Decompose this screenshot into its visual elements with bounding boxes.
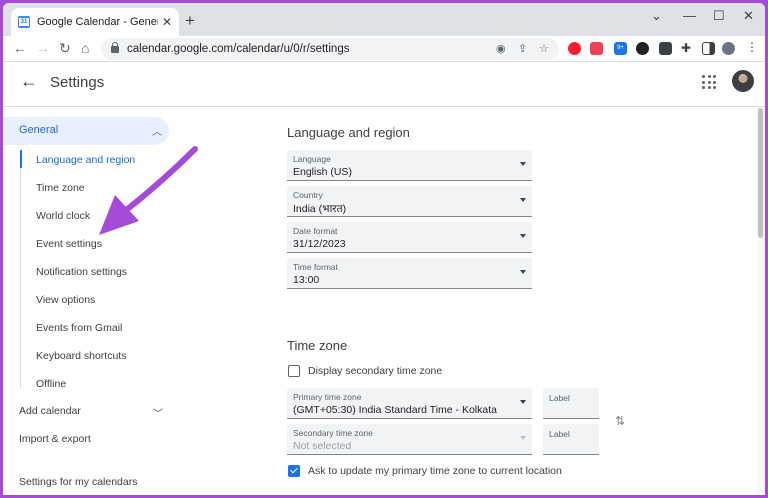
chevron-down-icon[interactable]: ﹀ <box>153 405 163 420</box>
sidebar-item-notification-settings[interactable]: Notification settings <box>36 266 127 278</box>
extension-badge[interactable]: 9+ <box>614 42 627 55</box>
sidebar-item-label: General <box>19 124 59 136</box>
window-close-icon[interactable]: ✕ <box>743 8 754 24</box>
page-title: Settings <box>50 74 105 91</box>
sidebar-item-view-options[interactable]: View options <box>36 294 95 306</box>
sidebar-item-language-region[interactable]: Language and region <box>36 154 135 166</box>
scrollbar[interactable] <box>757 108 765 495</box>
primary-time-zone-select[interactable]: Primary time zone (GMT+05:30) India Stan… <box>287 388 532 419</box>
opera-extension-icon[interactable] <box>568 42 581 55</box>
primary-label-field[interactable]: Label <box>543 388 599 419</box>
my-calendars-heading: Settings for my calendars <box>19 476 138 488</box>
dropdown-arrow-icon <box>520 270 526 274</box>
ask-update-checkbox[interactable] <box>288 465 300 477</box>
field-label: Label <box>549 393 570 403</box>
back-arrow-icon[interactable]: ← <box>20 71 38 92</box>
sidebar-item-offline[interactable]: Offline <box>36 378 66 390</box>
profile-avatar[interactable] <box>722 42 735 55</box>
date-format-select[interactable]: Date format 31/12/2023 <box>287 222 532 253</box>
tab-title: Google Calendar - General settings <box>37 16 158 28</box>
tab-strip: Google Calendar - General settings ✕ + ⌄… <box>3 3 765 36</box>
pocket-icon[interactable] <box>590 42 603 55</box>
field-label: Country <box>293 190 323 200</box>
scroll-thumb[interactable] <box>758 108 763 238</box>
send-extension-icon[interactable] <box>659 42 672 55</box>
secondary-time-zone-label[interactable]: Display secondary time zone <box>308 365 442 377</box>
subnav-divider <box>20 150 21 388</box>
field-value: 13:00 <box>293 274 320 286</box>
spy-extension-icon[interactable] <box>636 42 649 55</box>
address-bar[interactable]: calendar.google.com/calendar/u/0/r/setti… <box>101 38 559 60</box>
swap-icon[interactable]: ⇅ <box>615 414 625 428</box>
field-label: Label <box>549 429 570 439</box>
browser-toolbar: ← → ↻ ⌂ calendar.google.com/calendar/u/0… <box>3 36 765 62</box>
field-label: Secondary time zone <box>293 428 373 438</box>
puzzle-icon[interactable]: ✚ <box>681 41 694 55</box>
field-label: Primary time zone <box>293 392 362 402</box>
settings-main: Language and region Language English (US… <box>203 108 758 495</box>
secondary-time-zone-checkbox[interactable] <box>288 365 300 377</box>
side-panel-icon[interactable] <box>702 42 715 55</box>
app-header: ← Settings <box>3 63 765 107</box>
sidebar-item-events-from-gmail[interactable]: Events from Gmail <box>36 322 122 334</box>
country-select[interactable]: Country India (भारत) <box>287 186 532 217</box>
language-select[interactable]: Language English (US) <box>287 150 532 181</box>
ask-update-label[interactable]: Ask to update my primary time zone to cu… <box>308 465 562 477</box>
menu-icon[interactable]: ⋮ <box>746 40 759 54</box>
active-indicator <box>20 150 22 168</box>
sidebar-item-world-clock[interactable]: World clock <box>36 210 90 222</box>
tab-search-icon[interactable]: ⌄ <box>651 8 662 24</box>
dropdown-arrow-icon <box>520 198 526 202</box>
calendar-icon <box>18 16 30 28</box>
field-value: (GMT+05:30) India Standard Time - Kolkat… <box>293 404 497 416</box>
bookmark-star-icon[interactable]: ☆ <box>539 42 549 55</box>
dropdown-arrow-icon <box>520 436 526 440</box>
field-label: Time format <box>293 262 339 272</box>
apps-grid-icon[interactable] <box>702 75 716 89</box>
sidebar-item-keyboard-shortcuts[interactable]: Keyboard shortcuts <box>36 350 126 362</box>
url-text[interactable]: calendar.google.com/calendar/u/0/r/setti… <box>127 43 349 55</box>
sidebar-item-time-zone[interactable]: Time zone <box>36 182 85 194</box>
avatar[interactable] <box>732 70 754 92</box>
language-region-title: Language and region <box>287 125 410 140</box>
new-tab-icon[interactable]: + <box>185 11 195 31</box>
field-label: Language <box>293 154 331 164</box>
secondary-label-field[interactable]: Label <box>543 424 599 455</box>
dropdown-arrow-icon <box>520 234 526 238</box>
field-value: Not selected <box>293 440 352 452</box>
sidebar-item-add-calendar[interactable]: Add calendar <box>19 405 81 417</box>
lock-icon[interactable] <box>111 41 119 53</box>
minimize-icon[interactable]: — <box>683 8 696 23</box>
eye-icon[interactable]: ◉ <box>496 42 506 55</box>
forward-icon[interactable]: → <box>36 40 50 56</box>
sidebar-item-import-export[interactable]: Import & export <box>19 433 91 445</box>
back-icon[interactable]: ← <box>13 40 27 56</box>
maximize-icon[interactable]: ☐ <box>713 8 725 24</box>
settings-sidebar: General ︿ Language and region Time zone … <box>3 108 203 495</box>
share-icon[interactable]: ⇪ <box>518 42 527 55</box>
time-zone-title: Time zone <box>287 338 348 353</box>
field-value: India (भारत) <box>293 203 347 215</box>
chevron-up-icon: ︿ <box>152 127 162 138</box>
time-format-select[interactable]: Time format 13:00 <box>287 258 532 289</box>
close-icon[interactable]: ✕ <box>162 15 172 29</box>
reload-icon[interactable]: ↻ <box>59 40 71 57</box>
browser-window: Google Calendar - General settings ✕ + ⌄… <box>3 3 765 495</box>
dropdown-arrow-icon <box>520 162 526 166</box>
home-icon[interactable]: ⌂ <box>81 40 89 56</box>
secondary-time-zone-select[interactable]: Secondary time zone Not selected <box>287 424 532 455</box>
field-label: Date format <box>293 226 338 236</box>
sidebar-item-event-settings[interactable]: Event settings <box>36 238 102 250</box>
browser-tab[interactable]: Google Calendar - General settings ✕ <box>11 8 179 36</box>
field-value: 31/12/2023 <box>293 238 346 250</box>
dropdown-arrow-icon <box>520 400 526 404</box>
sidebar-item-general[interactable]: General ︿ <box>3 117 169 145</box>
field-value: English (US) <box>293 166 352 178</box>
